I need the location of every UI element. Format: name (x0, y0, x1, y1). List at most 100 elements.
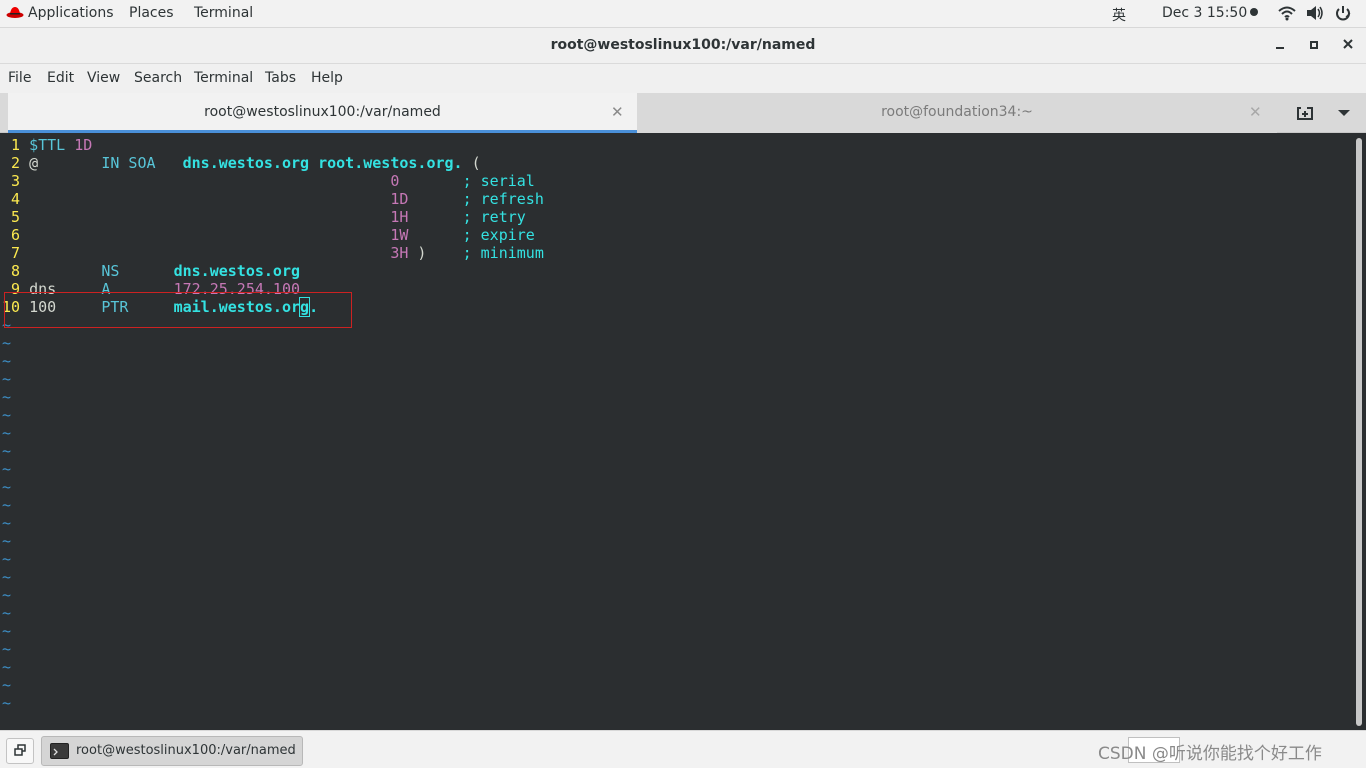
code-token: ; minimum (462, 244, 544, 262)
code-token: 1D (74, 136, 93, 154)
empty-line-tilde: ~ (2, 694, 12, 712)
vim-line: 3 0 ; serial (2, 172, 544, 190)
line-number: 8 (2, 262, 30, 280)
empty-line-tilde: ~ (2, 586, 12, 604)
menu-view[interactable]: View (87, 70, 120, 86)
line-number: 3 (2, 172, 30, 190)
empty-line-tilde: ~ (2, 496, 12, 514)
terminal-app-menu[interactable]: Terminal (194, 5, 253, 21)
empty-line-tilde: ~ (2, 622, 12, 640)
empty-line-tilde: ~ (2, 532, 12, 550)
empty-line-tilde: ~ (2, 550, 12, 568)
empty-line-tilde: ~ (2, 514, 12, 532)
empty-line-tilde: ~ (2, 424, 12, 442)
show-desktop-button[interactable] (6, 738, 34, 764)
empty-line-tilde: ~ (2, 640, 12, 658)
code-token: 1W (390, 226, 409, 244)
applications-menu[interactable]: Applications (6, 5, 114, 23)
empty-line-tilde: ~ (2, 460, 12, 478)
menu-terminal[interactable]: Terminal (194, 70, 253, 86)
code-token: ; expire (462, 226, 535, 244)
notification-dot-icon (1250, 8, 1259, 16)
line-number: 6 (2, 226, 30, 244)
window-title: root@westoslinux100:/var/named (550, 37, 816, 53)
terminal-viewport[interactable]: 1 $TTL 1D 2 @ IN SOA dns.westos.org root… (0, 134, 1366, 730)
vim-line: 4 1D ; refresh (2, 190, 544, 208)
tab-label: root@westoslinux100:/var/named (204, 104, 441, 120)
code-token: ) (408, 244, 463, 262)
code-token: @ (29, 154, 102, 172)
empty-line-tilde: ~ (2, 568, 12, 586)
code-token: 1D (390, 190, 409, 208)
menu-help[interactable]: Help (311, 70, 343, 86)
clock[interactable]: Dec 3 15:50 (1162, 5, 1259, 21)
top-bar: Applications Places Terminal 英 Dec 3 15:… (0, 0, 1366, 28)
tab-label: root@foundation34:~ (881, 104, 1033, 120)
close-tab-icon[interactable]: ✕ (611, 103, 624, 121)
code-token: 0 (390, 172, 400, 190)
menu-tabs[interactable]: Tabs (265, 70, 296, 86)
tab-list-dropdown-icon[interactable] (1338, 110, 1350, 116)
maximize-button[interactable] (1304, 36, 1324, 56)
code-token: dns.westos.org (173, 262, 301, 280)
empty-line-tilde: ~ (2, 604, 12, 622)
csdn-watermark: CSDN @听说你能找个好工作 (1098, 744, 1322, 764)
minimize-button[interactable] (1270, 36, 1290, 56)
tab-foundation34[interactable]: root@foundation34:~ ✕ (637, 93, 1277, 133)
places-menu[interactable]: Places (129, 5, 174, 21)
vim-line: 8 NS dns.westos.org (2, 262, 544, 280)
close-tab-icon[interactable]: ✕ (1249, 103, 1262, 121)
line-number: 4 (2, 190, 30, 208)
taskbar-window-label: root@westoslinux100:/var/named (76, 743, 296, 758)
tab-bar: root@westoslinux100:/var/named ✕ root@fo… (0, 93, 1366, 133)
bottom-taskbar: root@westoslinux100:/var/named CSDN @听说你… (0, 730, 1366, 768)
close-button[interactable] (1338, 36, 1358, 56)
volume-icon[interactable] (1306, 5, 1324, 25)
taskbar-window-button[interactable]: root@westoslinux100:/var/named (41, 736, 303, 766)
line-number: 5 (2, 208, 30, 226)
terminal-scrollbar[interactable] (1356, 138, 1362, 726)
menu-search[interactable]: Search (134, 70, 182, 86)
code-token: $TTL (29, 136, 66, 154)
code-token: dns.westos.org root.westos.org. (182, 154, 463, 172)
code-token: 3H (390, 244, 409, 262)
empty-line-tilde: ~ (2, 370, 12, 388)
line-number: 1 (2, 136, 30, 154)
applications-label: Applications (28, 5, 114, 21)
vim-line: 5 1H ; retry (2, 208, 544, 226)
window-titlebar[interactable]: root@westoslinux100:/var/named (0, 28, 1366, 64)
code-token: ; refresh (462, 190, 544, 208)
code-token: ; serial (462, 172, 535, 190)
code-token: IN SOA (101, 154, 156, 172)
code-token: NS (101, 262, 120, 280)
empty-line-tilde: ~ (2, 676, 12, 694)
power-icon[interactable] (1334, 5, 1352, 25)
vim-buffer: 1 $TTL 1D 2 @ IN SOA dns.westos.org root… (2, 136, 544, 712)
tab-westoslinux100[interactable]: root@westoslinux100:/var/named ✕ (8, 93, 637, 133)
vim-line: 6 1W ; expire (2, 226, 544, 244)
new-tab-icon[interactable] (1296, 104, 1316, 124)
menu-file[interactable]: File (8, 70, 31, 86)
code-token: 1H (390, 208, 409, 226)
empty-line-tilde: ~ (2, 478, 12, 496)
code-token: ( (462, 154, 481, 172)
menu-edit[interactable]: Edit (47, 70, 74, 86)
input-method-indicator[interactable]: 英 (1112, 5, 1126, 25)
empty-line-tilde: ~ (2, 352, 12, 370)
vim-line: 1 $TTL 1D (2, 136, 544, 154)
vim-line: 2 @ IN SOA dns.westos.org root.westos.or… (2, 154, 544, 172)
clock-label: Dec 3 15:50 (1162, 5, 1248, 21)
wifi-icon[interactable] (1278, 5, 1296, 25)
